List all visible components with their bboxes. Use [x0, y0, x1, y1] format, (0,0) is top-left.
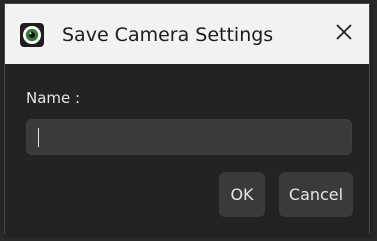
text-caret [38, 128, 39, 147]
name-input[interactable] [26, 119, 352, 155]
close-button[interactable] [319, 4, 369, 64]
cancel-button[interactable]: Cancel [279, 172, 353, 217]
save-camera-settings-dialog: Save Camera Settings Name : OK Cancel [4, 3, 370, 234]
camera-app-icon [19, 22, 45, 48]
dialog-title: Save Camera Settings [62, 24, 274, 46]
ok-button[interactable]: OK [219, 172, 265, 217]
name-label: Name : [26, 89, 81, 107]
dialog-body: Name : OK Cancel [5, 64, 369, 234]
title-bar: Save Camera Settings [5, 4, 369, 64]
close-icon [335, 23, 353, 45]
